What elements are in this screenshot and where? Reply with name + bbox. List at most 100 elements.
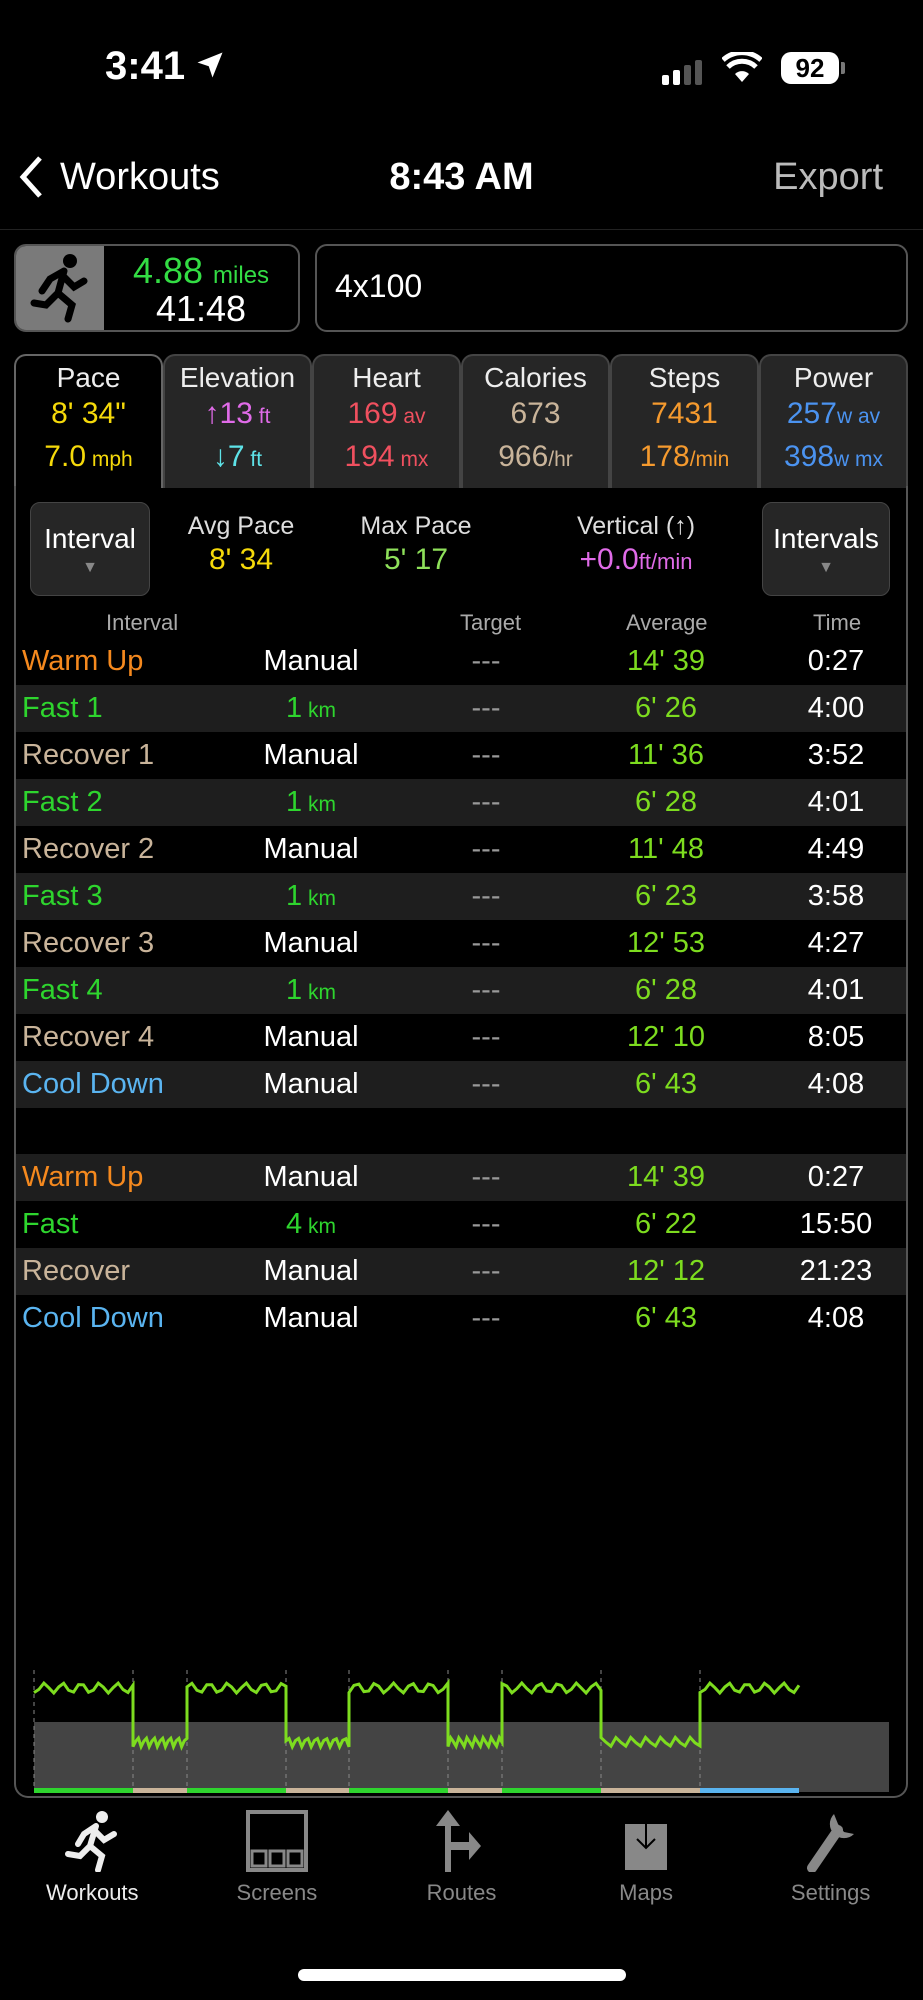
table-row[interactable]: Recover Manual --- 12' 12 21:23 bbox=[16, 1248, 906, 1295]
interval-band bbox=[502, 1788, 601, 1793]
interval-target-value: --- bbox=[471, 1255, 501, 1287]
interval-average: 12' 53 bbox=[626, 927, 706, 959]
interval-time: 4:01 bbox=[807, 974, 865, 1006]
table-row[interactable]: Recover 2 Manual --- 11' 48 4:49 bbox=[16, 826, 906, 873]
table-row[interactable]: Fast 3 1 km --- 6' 23 3:58 bbox=[16, 873, 906, 920]
interval-average: 6' 43 bbox=[635, 1302, 697, 1334]
table-row[interactable]: Fast 2 1 km --- 6' 28 4:01 bbox=[16, 779, 906, 826]
interval-target: Manual bbox=[263, 1021, 359, 1053]
interval-name: Fast 2 bbox=[22, 786, 103, 818]
tab-maps[interactable]: Maps bbox=[554, 1810, 739, 1920]
interval-average: 11' 48 bbox=[628, 833, 704, 865]
tab-heart[interactable]: Heart 169 av 194 mx bbox=[312, 354, 461, 488]
interval-time: 0:27 bbox=[807, 645, 865, 677]
intervals-panel: Interval ▼ Avg Pace 8' 34 Max Pace 5' 17 Ve… bbox=[14, 486, 908, 1798]
tab-label: Steps bbox=[648, 362, 721, 393]
intervals-dropdown[interactable]: Intervals ▼ bbox=[762, 502, 890, 596]
interval-name: Recover 1 bbox=[22, 739, 155, 771]
table-row[interactable]: Recover 1 Manual --- 11' 36 3:52 bbox=[16, 732, 906, 779]
interval-target: Manual bbox=[263, 833, 359, 865]
interval-target-value: --- bbox=[471, 833, 501, 865]
duration-value: 41:48 bbox=[155, 288, 247, 329]
table-row[interactable]: Cool Down Manual --- 6' 43 4:08 bbox=[16, 1061, 906, 1108]
table-row[interactable]: Recover 3 Manual --- 12' 53 4:27 bbox=[16, 920, 906, 967]
metric-tabs: Pace 8' 34" 7.0 mph Elevation ↑13 ft ↓7 f… bbox=[14, 354, 908, 488]
pace-chart[interactable] bbox=[14, 1660, 908, 1795]
tab-elevation[interactable]: Elevation ↑13 ft ↓7 ft bbox=[163, 354, 312, 488]
tab-routes[interactable]: Routes bbox=[369, 1810, 554, 1920]
wifi-icon bbox=[722, 52, 762, 82]
interval-band bbox=[286, 1788, 349, 1793]
tab-screens[interactable]: Screens bbox=[185, 1810, 370, 1920]
interval-target: Manual bbox=[263, 1302, 359, 1334]
interval-target-value: --- bbox=[471, 739, 501, 771]
interval-band bbox=[187, 1788, 286, 1793]
tab-bar: Workouts Screens Routes Maps Settings bbox=[0, 1810, 923, 1920]
interval-time: 8:05 bbox=[807, 1021, 865, 1053]
interval-time: 3:58 bbox=[807, 880, 865, 912]
maps-icon bbox=[625, 1810, 668, 1870]
workout-name-field[interactable]: 4x100 bbox=[315, 244, 908, 332]
interval-time: 21:23 bbox=[799, 1255, 873, 1287]
location-arrow-icon bbox=[197, 52, 223, 78]
tab-workouts[interactable]: Workouts bbox=[0, 1810, 185, 1920]
interval-time: 4:27 bbox=[807, 927, 865, 959]
interval-target-value: --- bbox=[471, 927, 501, 959]
tab-steps[interactable]: Steps 7431 178/min bbox=[610, 354, 759, 488]
tab-label: Heart bbox=[352, 362, 421, 393]
interval-target: Manual bbox=[263, 739, 359, 771]
table-row[interactable]: Fast 4 1 km --- 6' 28 4:01 bbox=[16, 967, 906, 1014]
tab-settings[interactable]: Settings bbox=[738, 1810, 923, 1920]
interval-name: Fast 3 bbox=[22, 880, 103, 912]
interval-target-value: --- bbox=[471, 692, 501, 724]
interval-name: Cool Down bbox=[22, 1302, 164, 1334]
tab-power[interactable]: Power 257w av 398w mx bbox=[759, 354, 908, 488]
cellular-signal-icon bbox=[662, 60, 702, 85]
dropdown-triangle-icon: ▼ bbox=[82, 559, 98, 576]
interval-target: Manual bbox=[263, 1161, 359, 1193]
table-row[interactable]: Cool Down Manual --- 6' 43 4:08 bbox=[16, 1295, 906, 1342]
interval-target-value: --- bbox=[471, 974, 501, 1006]
interval-target: 1 km bbox=[286, 692, 336, 724]
interval-band bbox=[34, 1788, 133, 1793]
interval-time: 15:50 bbox=[799, 1208, 873, 1240]
workout-summary[interactable]: 4.88 miles 41:48 bbox=[14, 244, 300, 332]
battery-indicator: 92 bbox=[781, 52, 839, 84]
interval-target-value: --- bbox=[471, 1302, 501, 1334]
tab-value-2: 966/hr bbox=[498, 440, 573, 473]
tab-value-2: 398w mx bbox=[783, 440, 884, 473]
tab-label: Calories bbox=[484, 362, 587, 393]
wrench-icon bbox=[806, 1814, 854, 1872]
interval-target-value: --- bbox=[471, 1208, 501, 1240]
routes-icon bbox=[436, 1810, 482, 1872]
interval-name: Fast bbox=[22, 1208, 79, 1240]
tab-value-1: 673 bbox=[510, 397, 561, 430]
interval-average: 6' 28 bbox=[635, 974, 697, 1006]
interval-target: 1 km bbox=[286, 974, 336, 1006]
interval-target-value: --- bbox=[471, 1068, 501, 1100]
interval-target: Manual bbox=[263, 1255, 359, 1287]
interval-target-value: --- bbox=[471, 786, 501, 818]
interval-time: 4:08 bbox=[807, 1302, 865, 1334]
interval-band bbox=[349, 1788, 448, 1793]
avg-pace-stat: Avg Pace 8' 34 bbox=[187, 512, 295, 576]
tab-pace[interactable]: Pace 8' 34" 7.0 mph bbox=[14, 354, 163, 488]
status-bar: 3:41 92 bbox=[0, 0, 923, 130]
table-row[interactable]: Recover 4 Manual --- 12' 10 8:05 bbox=[16, 1014, 906, 1061]
interval-name: Recover bbox=[22, 1255, 130, 1287]
table-row[interactable]: Warm Up Manual --- 14' 39 0:27 bbox=[16, 1154, 906, 1201]
interval-band bbox=[133, 1788, 187, 1793]
interval-target: 4 km bbox=[286, 1208, 336, 1240]
interval-average: 14' 39 bbox=[626, 1161, 706, 1193]
table-row[interactable]: Fast 1 1 km --- 6' 26 4:00 bbox=[16, 685, 906, 732]
interval-band bbox=[601, 1788, 700, 1793]
interval-dropdown[interactable]: Interval ▼ bbox=[30, 502, 150, 596]
export-button[interactable]: Export bbox=[773, 156, 883, 199]
interval-target: Manual bbox=[263, 1068, 359, 1100]
table-row[interactable]: Warm Up Manual --- 14' 39 0:27 bbox=[16, 638, 906, 685]
interval-average: 6' 43 bbox=[635, 1068, 697, 1100]
table-row[interactable]: Fast 4 km --- 6' 22 15:50 bbox=[16, 1201, 906, 1248]
tab-calories[interactable]: Calories 673 966/hr bbox=[461, 354, 610, 488]
distance-value: 4.88 miles bbox=[132, 250, 270, 291]
interval-target-value: --- bbox=[471, 645, 501, 677]
